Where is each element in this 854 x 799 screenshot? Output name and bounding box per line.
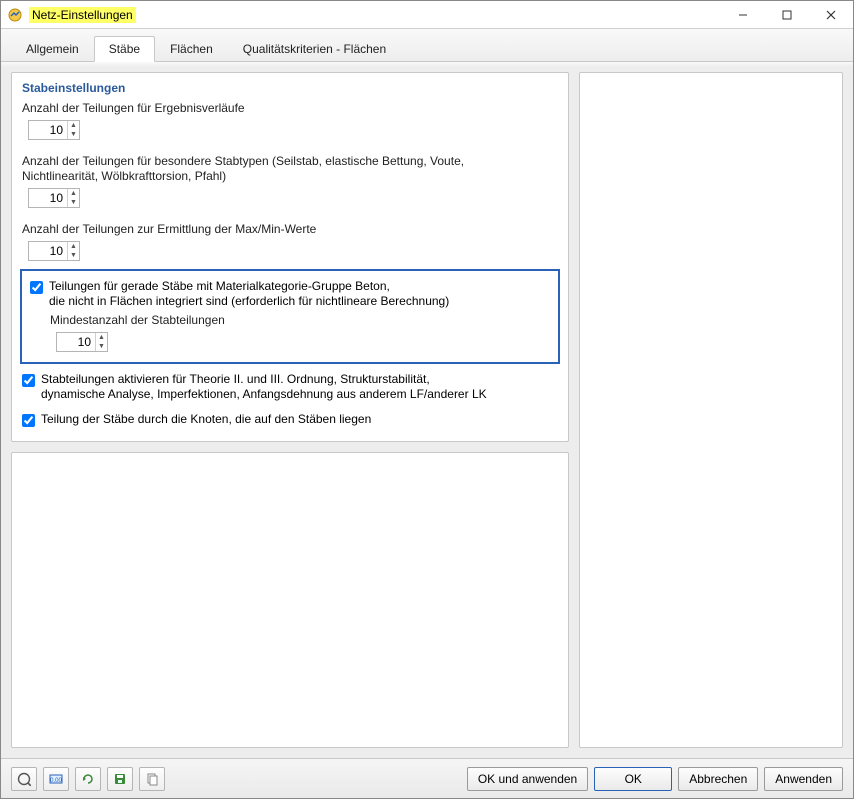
concrete-divisions-label: Teilungen für gerade Stäbe mit Materialk… xyxy=(49,279,449,309)
close-button[interactable] xyxy=(809,1,853,29)
div-results-value: 10 xyxy=(29,123,67,137)
member-settings-panel: Stabeinstellungen Anzahl der Teilungen f… xyxy=(11,72,569,442)
spinner-arrows[interactable]: ▲▼ xyxy=(67,121,79,139)
copy-icon-button[interactable] xyxy=(139,767,165,791)
preview-panel-right xyxy=(579,72,843,748)
div-special-value: 10 xyxy=(29,191,67,205)
concrete-label-line1: Teilungen für gerade Stäbe mit Materialk… xyxy=(49,279,390,293)
units-icon-button[interactable]: 0.00 xyxy=(43,767,69,791)
div-maxmin-value: 10 xyxy=(29,244,67,258)
footer: 0.00 OK und anwenden OK Abbrechen Anwend… xyxy=(1,758,853,798)
div-results-label: Anzahl der Teilungen für Ergebnisverläuf… xyxy=(22,101,558,116)
window-title: Netz-Einstellungen xyxy=(29,7,136,23)
concrete-label-line2: die nicht in Flächen integriert sind (er… xyxy=(49,294,449,308)
tab-quality[interactable]: Qualitätskriterien - Flächen xyxy=(228,36,401,62)
content-area: Stabeinstellungen Anzahl der Teilungen f… xyxy=(1,62,853,758)
spinner-arrows[interactable]: ▲▼ xyxy=(95,333,107,351)
save-icon-button[interactable] xyxy=(107,767,133,791)
dialog-window: Netz-Einstellungen Allgemein Stäbe Fläch… xyxy=(0,0,854,799)
reset-icon-button[interactable] xyxy=(75,767,101,791)
activate-divisions-line1: Stabteilungen aktivieren für Theorie II.… xyxy=(41,372,430,386)
app-icon xyxy=(7,7,23,23)
div-special-label: Anzahl der Teilungen für besondere Stabt… xyxy=(22,154,502,184)
concrete-highlight-box: Teilungen für gerade Stäbe mit Materialk… xyxy=(20,269,560,364)
ok-button[interactable]: OK xyxy=(594,767,672,791)
maximize-button[interactable] xyxy=(765,1,809,29)
cancel-button[interactable]: Abbrechen xyxy=(678,767,758,791)
div-special-spinner[interactable]: 10 ▲▼ xyxy=(28,188,80,208)
section-title: Stabeinstellungen xyxy=(22,81,558,95)
concrete-min-label: Mindestanzahl der Stabteilungen xyxy=(50,313,550,328)
divide-by-nodes-checkbox[interactable] xyxy=(22,414,35,427)
spinner-arrows[interactable]: ▲▼ xyxy=(67,189,79,207)
tab-bar: Allgemein Stäbe Flächen Qualitätskriteri… xyxy=(1,29,853,62)
spinner-arrows[interactable]: ▲▼ xyxy=(67,242,79,260)
concrete-min-spinner[interactable]: 10 ▲▼ xyxy=(56,332,108,352)
activate-divisions-checkbox[interactable] xyxy=(22,374,35,387)
concrete-divisions-checkbox[interactable] xyxy=(30,281,43,294)
titlebar: Netz-Einstellungen xyxy=(1,1,853,29)
preview-panel-left xyxy=(11,452,569,748)
svg-text:0.00: 0.00 xyxy=(50,778,62,784)
div-maxmin-label: Anzahl der Teilungen zur Ermittlung der … xyxy=(22,222,558,237)
tab-general[interactable]: Allgemein xyxy=(11,36,94,62)
concrete-min-value: 10 xyxy=(57,335,95,349)
help-icon-button[interactable] xyxy=(11,767,37,791)
ok-apply-button[interactable]: OK und anwenden xyxy=(467,767,588,791)
minimize-button[interactable] xyxy=(721,1,765,29)
tab-members[interactable]: Stäbe xyxy=(94,36,155,62)
divide-by-nodes-label: Teilung der Stäbe durch die Knoten, die … xyxy=(41,412,371,427)
activate-divisions-label: Stabteilungen aktivieren für Theorie II.… xyxy=(41,372,487,402)
div-results-spinner[interactable]: 10 ▲▼ xyxy=(28,120,80,140)
activate-divisions-line2: dynamische Analyse, Imperfektionen, Anfa… xyxy=(41,387,487,401)
apply-button[interactable]: Anwenden xyxy=(764,767,843,791)
div-maxmin-spinner[interactable]: 10 ▲▼ xyxy=(28,241,80,261)
tab-surfaces[interactable]: Flächen xyxy=(155,36,228,62)
